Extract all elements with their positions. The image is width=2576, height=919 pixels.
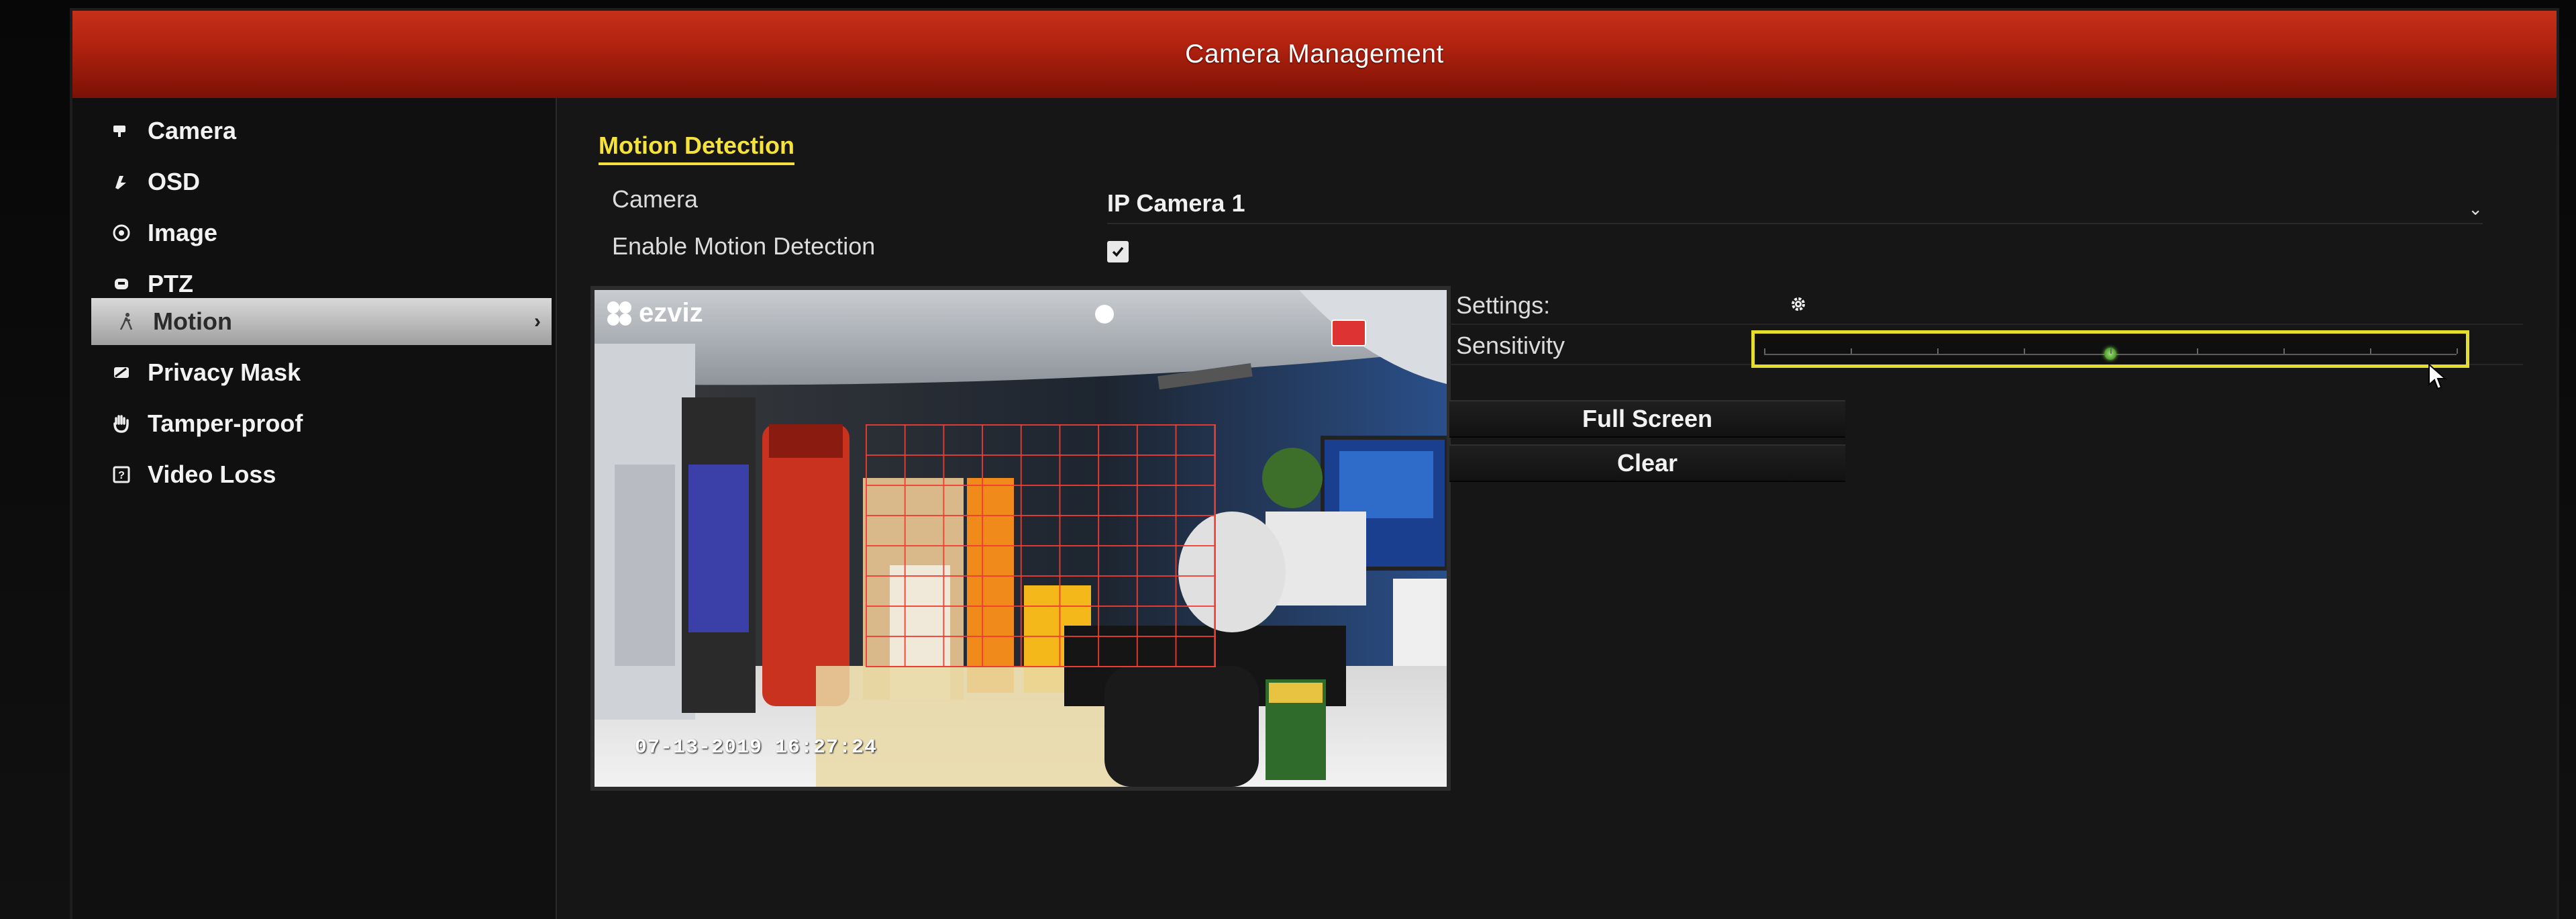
video-loss-icon: ? bbox=[110, 463, 133, 486]
sidebar-item-label: Image bbox=[148, 219, 218, 246]
motion-icon bbox=[115, 310, 138, 333]
camera-management-window: Camera Management Camera OSD Image PTZ M… bbox=[72, 11, 2557, 919]
title-bar: Camera Management bbox=[72, 11, 2557, 98]
slider-tick bbox=[2457, 348, 2458, 354]
slider-tick bbox=[2283, 348, 2285, 354]
sidebar-item-osd[interactable]: OSD bbox=[86, 158, 549, 205]
record-indicator-icon bbox=[1331, 320, 1366, 346]
chevron-right-icon: › bbox=[534, 310, 541, 332]
ptz-icon bbox=[110, 273, 133, 295]
image-icon bbox=[110, 222, 133, 244]
sidebar-item-label: Tamper-proof bbox=[148, 409, 303, 437]
slider-tick bbox=[1764, 348, 1765, 354]
camera-select-value: IP Camera 1 bbox=[1107, 189, 1245, 217]
sensitivity-slider[interactable] bbox=[1751, 330, 2469, 390]
svg-text:?: ? bbox=[118, 470, 125, 481]
tamper-proof-icon bbox=[110, 412, 133, 435]
slider-track bbox=[1764, 348, 2458, 360]
slider-tick bbox=[2370, 348, 2371, 354]
sidebar-item-label: Privacy Mask bbox=[148, 358, 301, 386]
sidebar-item-video-loss[interactable]: ? Video Loss bbox=[86, 451, 549, 498]
sidebar-item-label: Camera bbox=[148, 117, 237, 144]
sidebar-item-label: PTZ bbox=[148, 270, 193, 297]
slider-tick bbox=[1937, 348, 1939, 354]
settings-label: Settings: bbox=[1456, 291, 1551, 319]
settings-row: Settings: bbox=[1449, 286, 2523, 325]
motion-detection-grid[interactable] bbox=[866, 424, 1216, 667]
sidebar-item-motion[interactable]: Motion › bbox=[91, 298, 552, 345]
sidebar-item-camera[interactable]: Camera bbox=[86, 107, 549, 154]
sidebar-item-image[interactable]: Image bbox=[86, 209, 549, 256]
slider-tick bbox=[2110, 348, 2112, 354]
sidebar-item-tamper-proof[interactable]: Tamper-proof bbox=[86, 400, 549, 447]
enable-motion-detection-label: Enable Motion Detection bbox=[612, 232, 876, 260]
gear-icon[interactable] bbox=[1788, 294, 1808, 314]
section-title: Motion Detection bbox=[599, 132, 794, 165]
ezviz-logo: ezviz bbox=[605, 298, 703, 328]
camera-select[interactable]: IP Camera 1 ⌄ bbox=[1107, 185, 2483, 224]
brand-label: ezviz bbox=[639, 298, 703, 328]
chevron-down-icon: ⌄ bbox=[2468, 199, 2483, 219]
preview-timestamp: 07-13-2019 16:27:24 bbox=[635, 736, 878, 759]
sidebar-item-label: OSD bbox=[148, 168, 201, 195]
sidebar-item-privacy-mask[interactable]: Privacy Mask bbox=[86, 349, 549, 396]
full-screen-button[interactable]: Full Screen bbox=[1449, 400, 1845, 438]
sidebar: Camera OSD Image PTZ Motion › Privacy Ma… bbox=[72, 98, 557, 919]
sidebar-item-label: Video Loss bbox=[148, 461, 276, 488]
mouse-cursor-icon bbox=[2428, 363, 2447, 390]
enable-motion-detection-checkbox[interactable] bbox=[1107, 241, 1129, 262]
window-title: Camera Management bbox=[1185, 40, 1444, 68]
slider-tick bbox=[1851, 348, 1852, 354]
osd-icon bbox=[110, 171, 133, 193]
camera-icon bbox=[110, 119, 133, 142]
sidebar-item-label: Motion bbox=[153, 307, 232, 335]
sensitivity-label: Sensitivity bbox=[1456, 332, 1565, 359]
slider-tick bbox=[2197, 348, 2198, 354]
slider-tick bbox=[2024, 348, 2025, 354]
privacy-mask-icon bbox=[110, 361, 133, 384]
camera-preview[interactable]: ezviz 07-13-2019 16:27:24 bbox=[590, 286, 1451, 791]
main-content: Motion Detection Camera IP Camera 1 ⌄ En… bbox=[557, 98, 2557, 919]
sensitivity-row: Sensitivity bbox=[1449, 326, 2523, 390]
clear-button[interactable]: Clear bbox=[1449, 444, 1845, 482]
camera-label: Camera bbox=[612, 185, 699, 213]
